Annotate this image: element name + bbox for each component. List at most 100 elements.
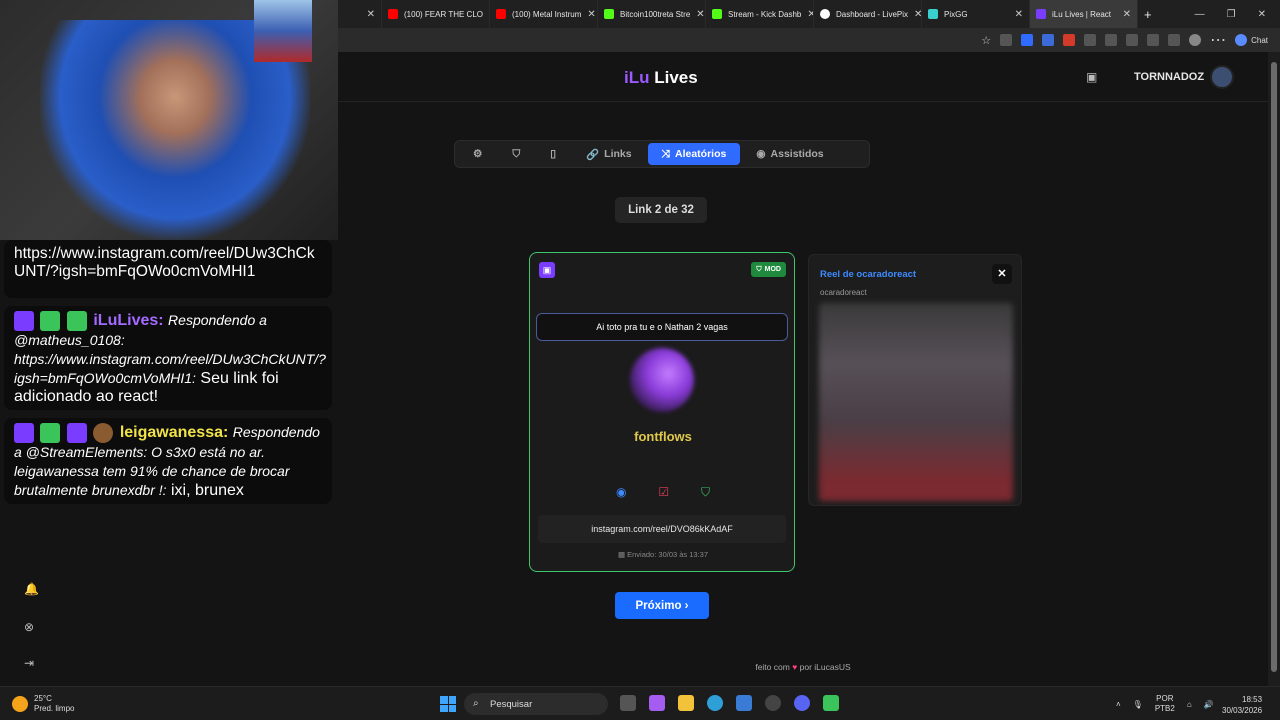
sword-badge-icon xyxy=(40,311,61,331)
app-icon[interactable] xyxy=(823,695,839,711)
chat-message: leigawanessa: Respondendo a @StreamEleme… xyxy=(4,418,332,504)
copilot-icon xyxy=(1235,34,1248,46)
windows-start-icon[interactable] xyxy=(440,696,456,712)
clock[interactable]: 18:53 30/03/2026 xyxy=(1222,694,1262,716)
volume-icon[interactable]: 🔊 xyxy=(1204,700,1214,709)
extension-icon[interactable] xyxy=(1021,34,1034,46)
scrollbar[interactable] xyxy=(1268,52,1280,686)
search-icon: ⌕ xyxy=(473,698,479,709)
tab-settings[interactable]: ⚙ xyxy=(459,143,496,165)
webcam-feed xyxy=(0,0,338,240)
taskbar-search[interactable]: ⌕ Pesquisar xyxy=(464,693,608,715)
weather-icon xyxy=(12,696,28,712)
browser-tab[interactable]: Stream - Kick Dashb ✕ xyxy=(706,0,814,28)
view-icon[interactable]: ◉ xyxy=(616,485,626,500)
tab-assistidos[interactable]: ◉ Assistidos xyxy=(742,143,837,165)
tab-close-partial[interactable]: ✕ xyxy=(338,0,382,28)
mark-watched-icon[interactable]: ☑ xyxy=(658,485,669,500)
link-card: ▣ ⛉ MOD Ai toto pra tu e o Nathan 2 vagas… xyxy=(529,252,795,572)
link-counter: Link 2 de 32 xyxy=(615,197,707,223)
close-icon[interactable]: ✕ xyxy=(696,9,704,20)
split-screen-icon[interactable] xyxy=(1126,34,1139,46)
close-icon[interactable]: ✕ xyxy=(914,9,921,20)
task-view-icon[interactable] xyxy=(620,695,636,711)
extensions-icon[interactable] xyxy=(1105,34,1118,46)
browser-tab[interactable]: (100) FEAR THE CLO✕ xyxy=(382,0,490,28)
tab-title: (100) Metal Instrum xyxy=(512,9,582,19)
app-logo[interactable]: iLu Lives xyxy=(624,68,698,88)
logout-icon[interactable]: ⇥ xyxy=(24,656,38,670)
close-icon[interactable]: ✕ xyxy=(1123,9,1131,20)
tab-device[interactable]: ▯ xyxy=(536,143,570,165)
browser-tab[interactable]: Dashboard - LivePix ✕ xyxy=(814,0,922,28)
twitch-icon: ▣ xyxy=(539,262,555,278)
emote-icon xyxy=(93,423,114,443)
chat-username: iLuLives: xyxy=(93,312,164,330)
maximize-icon[interactable]: ❐ xyxy=(1227,9,1236,20)
copilot-chat-button[interactable]: Chat xyxy=(1235,34,1268,46)
chevron-up-icon[interactable]: ˄ xyxy=(1116,700,1121,709)
lang-code: POR xyxy=(1156,694,1174,703)
pixgg-icon xyxy=(928,9,938,19)
avatar[interactable] xyxy=(1210,65,1234,89)
edge-icon[interactable] xyxy=(707,695,723,711)
network-icon[interactable]: ⌂ xyxy=(1187,700,1192,709)
kick-icon xyxy=(712,9,722,19)
copilot-icon[interactable] xyxy=(649,695,665,711)
first-badge-icon xyxy=(66,423,87,443)
close-window-icon[interactable]: ✕ xyxy=(1258,9,1266,20)
sent-date: ▦ Enviado: 30/03 às 13:37 xyxy=(530,550,796,559)
shield-icon[interactable]: ⛉ xyxy=(701,485,710,500)
close-icon[interactable]: ✕ xyxy=(807,9,813,20)
reel-title[interactable]: Reel de ocaradoreact xyxy=(820,269,916,280)
browser-tab[interactable]: Bitcoin100treta Stre ✕ xyxy=(598,0,706,28)
scrollbar-thumb[interactable] xyxy=(1271,62,1277,672)
stream-overlay: https://www.instagram.com/reel/DUw3ChCkU… xyxy=(0,0,338,686)
tab-links[interactable]: 🔗 Links xyxy=(572,143,646,165)
tab-label: Assistidos xyxy=(770,148,824,160)
tab-title: Stream - Kick Dashb xyxy=(728,9,802,19)
obs-icon[interactable] xyxy=(765,695,781,711)
browser-tab[interactable]: (100) Metal Instrum ✕ xyxy=(490,0,598,28)
extension-icon[interactable] xyxy=(1084,34,1097,46)
next-button[interactable]: Próximo › xyxy=(615,592,709,619)
close-icon[interactable]: ✕ xyxy=(587,9,595,20)
photos-icon[interactable] xyxy=(736,695,752,711)
file-explorer-icon[interactable] xyxy=(678,695,694,711)
translate-icon[interactable] xyxy=(1042,34,1055,46)
weather-widget[interactable]: 25°C Pred. limpo xyxy=(12,694,74,714)
close-icon[interactable]: ✕ xyxy=(367,9,375,20)
chat-message: https://www.instagram.com/reel/DUw3ChCkU… xyxy=(4,240,332,298)
youtube-icon xyxy=(388,9,398,19)
profile-icon[interactable] xyxy=(1189,34,1202,46)
reel-thumbnail[interactable] xyxy=(819,303,1013,501)
new-tab-button[interactable]: + xyxy=(1138,0,1162,28)
favorites-icon[interactable] xyxy=(1147,34,1160,46)
more-icon[interactable]: ⋯ xyxy=(1210,30,1226,50)
browser-tab-active[interactable]: iLu Lives | React ✕ xyxy=(1030,0,1138,28)
bell-icon[interactable]: 🔔 xyxy=(24,582,39,596)
user-avatar xyxy=(630,348,694,412)
microphone-icon[interactable]: 🎙 xyxy=(1133,700,1143,709)
username[interactable]: TORNNADOZ xyxy=(1134,71,1204,83)
taskbar-apps xyxy=(620,695,839,711)
star-icon[interactable]: ☆ xyxy=(981,34,991,47)
card-actions: ◉ ☑ ⛉ xyxy=(616,485,710,500)
language-indicator[interactable]: POR PTB2 xyxy=(1155,694,1175,714)
browser-tab[interactable]: PixGG ✕ xyxy=(922,0,1030,28)
close-preview-button[interactable]: ✕ xyxy=(992,264,1012,284)
minimize-icon[interactable]: — xyxy=(1195,9,1205,20)
gift-icon[interactable]: ▣ xyxy=(1086,70,1100,84)
settings-icon[interactable]: ⊗ xyxy=(24,620,38,634)
extension-icon[interactable] xyxy=(1000,34,1013,46)
window-controls: — ❐ ✕ xyxy=(1195,9,1280,20)
discord-icon[interactable] xyxy=(794,695,810,711)
link-url[interactable]: instagram.com/reel/DVO86kKAdAF xyxy=(538,515,786,543)
tab-aleatorios[interactable]: ⤨ Aleatórios xyxy=(647,143,741,165)
footer: feito com ♥ por iLucasUS xyxy=(338,662,1268,672)
extension-icon[interactable] xyxy=(1063,34,1076,46)
sword-badge-icon xyxy=(40,423,61,443)
download-icon[interactable] xyxy=(1168,34,1181,46)
tab-moderation[interactable]: ⛉ xyxy=(498,143,534,165)
close-icon[interactable]: ✕ xyxy=(1015,9,1023,20)
